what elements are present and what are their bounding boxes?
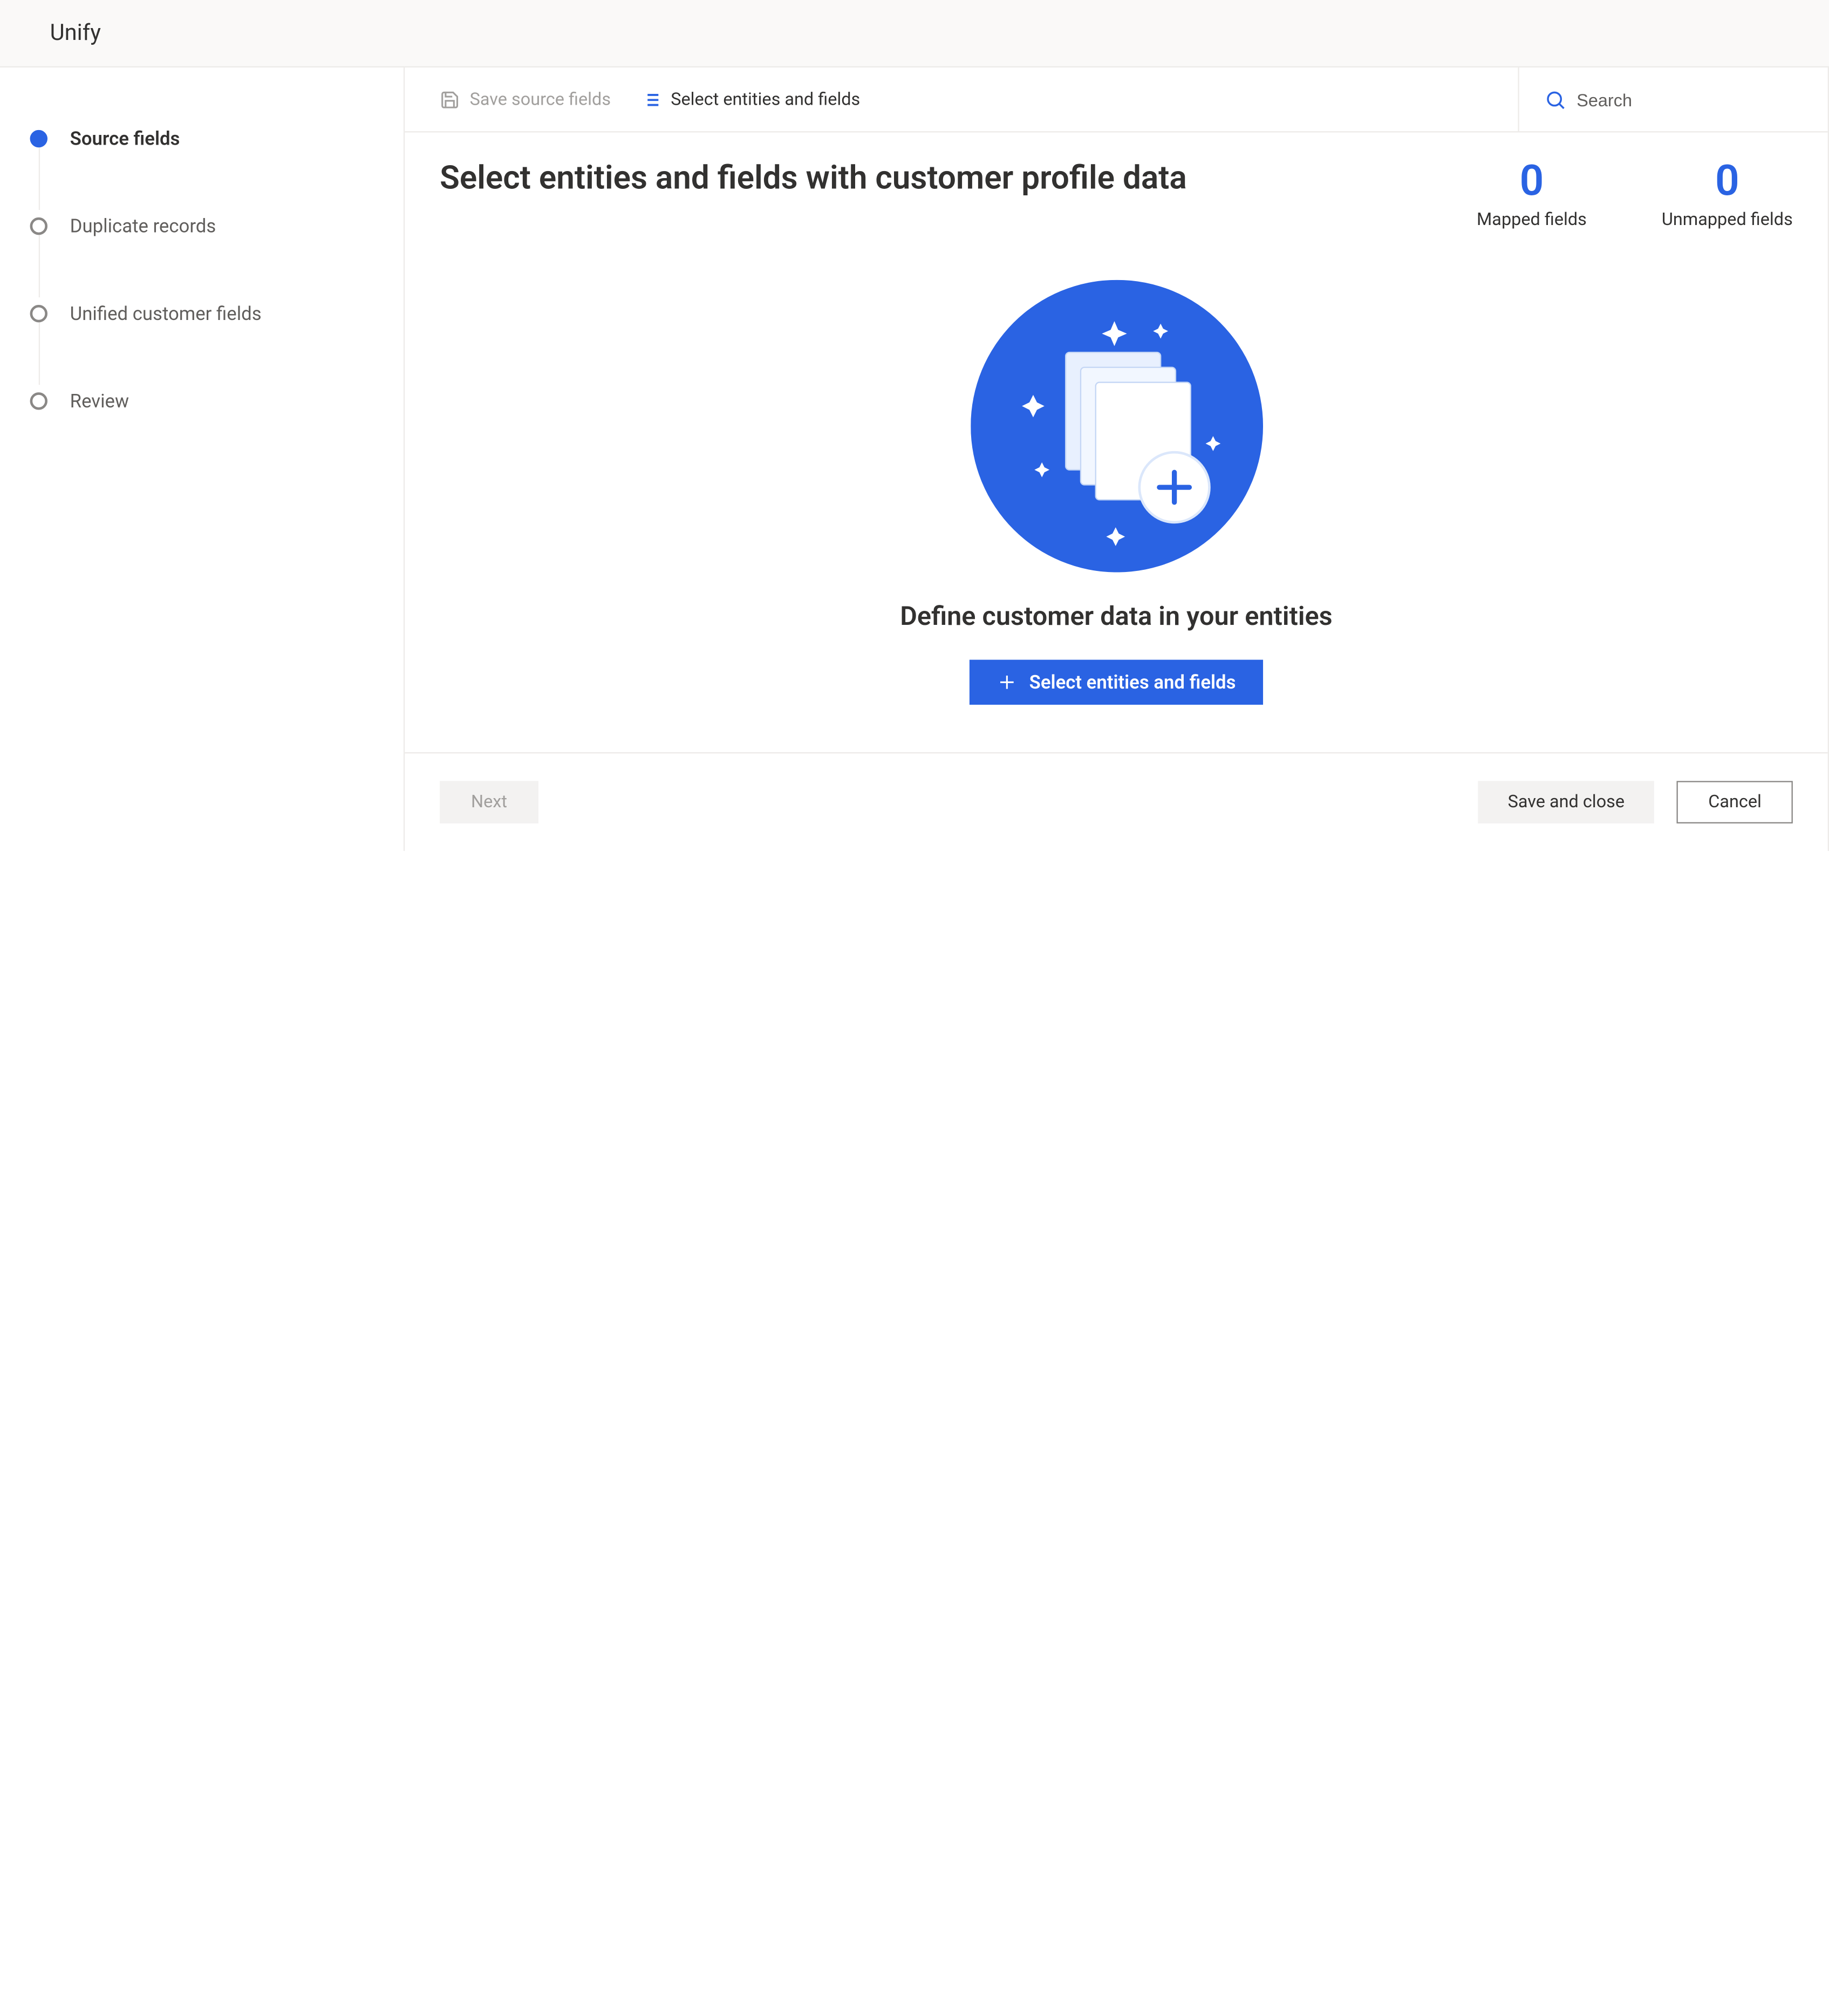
mapped-fields-stat: 0 Mapped fields	[1477, 160, 1587, 230]
app-header: Unify	[0, 0, 1829, 67]
search-icon	[1544, 88, 1567, 111]
select-entities-cta-button[interactable]: Select entities and fields	[970, 660, 1264, 705]
stat-label: Mapped fields	[1477, 210, 1587, 230]
toolbar: Save source fields Select entities and f…	[405, 67, 1827, 132]
steps-sidebar: Source fields Duplicate records Unified …	[0, 67, 405, 851]
toolbar-label: Select entities and fields	[671, 90, 860, 110]
step-label: Source fields	[70, 127, 180, 150]
stat-label: Unmapped fields	[1662, 210, 1793, 230]
main-content: Save source fields Select entities and f…	[405, 67, 1827, 851]
step-unified-customer-fields[interactable]: Unified customer fields	[30, 302, 404, 325]
toolbar-label: Save source fields	[470, 90, 611, 110]
next-button: Next	[440, 781, 538, 823]
footer-actions: Next Save and close Cancel	[405, 752, 1827, 851]
step-source-fields[interactable]: Source fields	[30, 127, 404, 150]
app-title: Unify	[50, 20, 1829, 46]
documents-sparkle-icon	[970, 280, 1262, 573]
search-input[interactable]	[1577, 90, 1803, 110]
plus-icon	[997, 672, 1016, 692]
list-icon	[641, 90, 661, 110]
button-label: Select entities and fields	[1029, 671, 1236, 693]
step-indicator-icon	[30, 305, 47, 322]
save-source-fields-button: Save source fields	[440, 90, 611, 110]
step-review[interactable]: Review	[30, 390, 404, 412]
search-container[interactable]	[1518, 67, 1803, 131]
unmapped-fields-stat: 0 Unmapped fields	[1662, 160, 1793, 230]
field-stats: 0 Mapped fields 0 Unmapped fields	[1477, 160, 1793, 230]
save-icon	[440, 90, 460, 110]
page-heading: Select entities and fields with customer…	[440, 160, 1187, 197]
step-label: Unified customer fields	[70, 302, 262, 325]
stat-value: 0	[1477, 160, 1587, 202]
stat-value: 0	[1662, 160, 1793, 202]
step-indicator-icon	[30, 130, 47, 147]
step-label: Duplicate records	[70, 215, 216, 237]
step-label: Review	[70, 390, 129, 412]
select-entities-toolbar-button[interactable]: Select entities and fields	[641, 90, 861, 110]
save-and-close-button[interactable]: Save and close	[1478, 781, 1655, 823]
empty-state: Define customer data in your entities Se…	[405, 230, 1827, 752]
step-indicator-icon	[30, 217, 47, 235]
step-indicator-icon	[30, 392, 47, 410]
step-duplicate-records[interactable]: Duplicate records	[30, 215, 404, 237]
cancel-button[interactable]: Cancel	[1677, 781, 1792, 823]
empty-state-heading: Define customer data in your entities	[900, 602, 1332, 632]
